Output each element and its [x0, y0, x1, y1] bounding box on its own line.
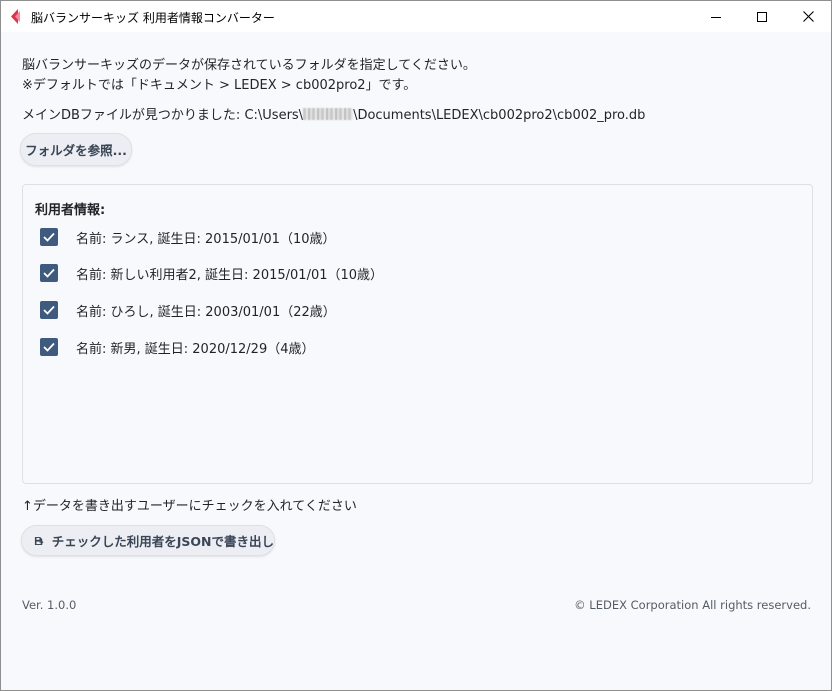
user-item-1[interactable]: 名前: ランス, 誕生日: 2015/01/01（10歳）	[40, 226, 336, 248]
maximize-icon	[757, 11, 767, 22]
user-label: 名前: 新しい利用者2, 誕生日: 2015/01/01（10歳）	[76, 267, 384, 283]
user-checkbox[interactable]	[40, 264, 58, 282]
users-panel: 利用者情報: 名前: ランス, 誕生日: 2015/01/01（10歳） 名前:…	[22, 184, 813, 484]
default-path-note: ※デフォルトでは「ドキュメント > LEDEX > cb002pro2」です。	[22, 78, 417, 93]
window-title: 脳バランサーキッズ 利用者情報コンバーター	[31, 11, 275, 25]
version-label: Ver. 1.0.0	[22, 598, 77, 612]
users-panel-title: 利用者情報:	[35, 203, 106, 218]
user-label: 名前: 新男, 誕生日: 2020/12/29（4歳）	[76, 341, 315, 357]
user-item-2[interactable]: 名前: 新しい利用者2, 誕生日: 2015/01/01（10歳）	[40, 262, 383, 284]
user-checkbox[interactable]	[40, 228, 58, 246]
browse-folder-label: フォルダを参照...	[25, 143, 127, 158]
close-icon	[802, 11, 814, 22]
user-checkbox[interactable]	[40, 301, 58, 319]
user-item-3[interactable]: 名前: ひろし, 誕生日: 2003/01/01（22歳）	[40, 299, 336, 321]
user-item-4[interactable]: 名前: 新男, 誕生日: 2020/12/29（4歳）	[40, 336, 315, 358]
save-file-icon	[34, 536, 44, 545]
minimize-button[interactable]	[693, 1, 739, 32]
title-bar[interactable]: 脳バランサーキッズ 利用者情報コンバーター	[1, 1, 831, 32]
browse-folder-button[interactable]: フォルダを参照...	[20, 133, 132, 166]
export-json-button[interactable]: チェックした利用者をJSONで書き出し	[21, 525, 275, 556]
db-path-prefix: メインDBファイルが見つかりました: C:\Users\	[22, 108, 304, 123]
db-path-suffix: \Documents\LEDEX\cb002pro2\cb002_pro.db	[353, 108, 646, 123]
instruction-text: 脳バランサーキッズのデータが保存されているフォルダを指定してください。	[22, 58, 476, 73]
export-json-label: チェックした利用者をJSONで書き出し	[51, 534, 274, 549]
close-button[interactable]	[785, 1, 831, 32]
minimize-icon	[711, 16, 721, 18]
copyright-notice: © LEDEX Corporation All rights reserved.	[574, 598, 811, 612]
db-found-status: メインDBファイルが見つかりました: C:\Users\ \Documents\L…	[22, 104, 645, 123]
app-logo-icon	[11, 9, 20, 24]
user-label: 名前: ひろし, 誕生日: 2003/01/01（22歳）	[76, 304, 336, 320]
app-window: 脳バランサーキッズ 利用者情報コンバーター 脳バランサーキッズのデータが保存され…	[0, 0, 832, 691]
checkmark-icon	[43, 232, 55, 242]
maximize-button[interactable]	[739, 1, 785, 32]
checkmark-icon	[43, 305, 55, 315]
checkmark-icon	[43, 342, 55, 352]
checkmark-icon	[43, 268, 55, 278]
export-hint: ↑データを書き出すユーザーにチェックを入れてください	[22, 499, 357, 514]
redacted-username	[303, 108, 354, 120]
user-label: 名前: ランス, 誕生日: 2015/01/01（10歳）	[76, 231, 336, 247]
user-checkbox[interactable]	[40, 338, 58, 356]
